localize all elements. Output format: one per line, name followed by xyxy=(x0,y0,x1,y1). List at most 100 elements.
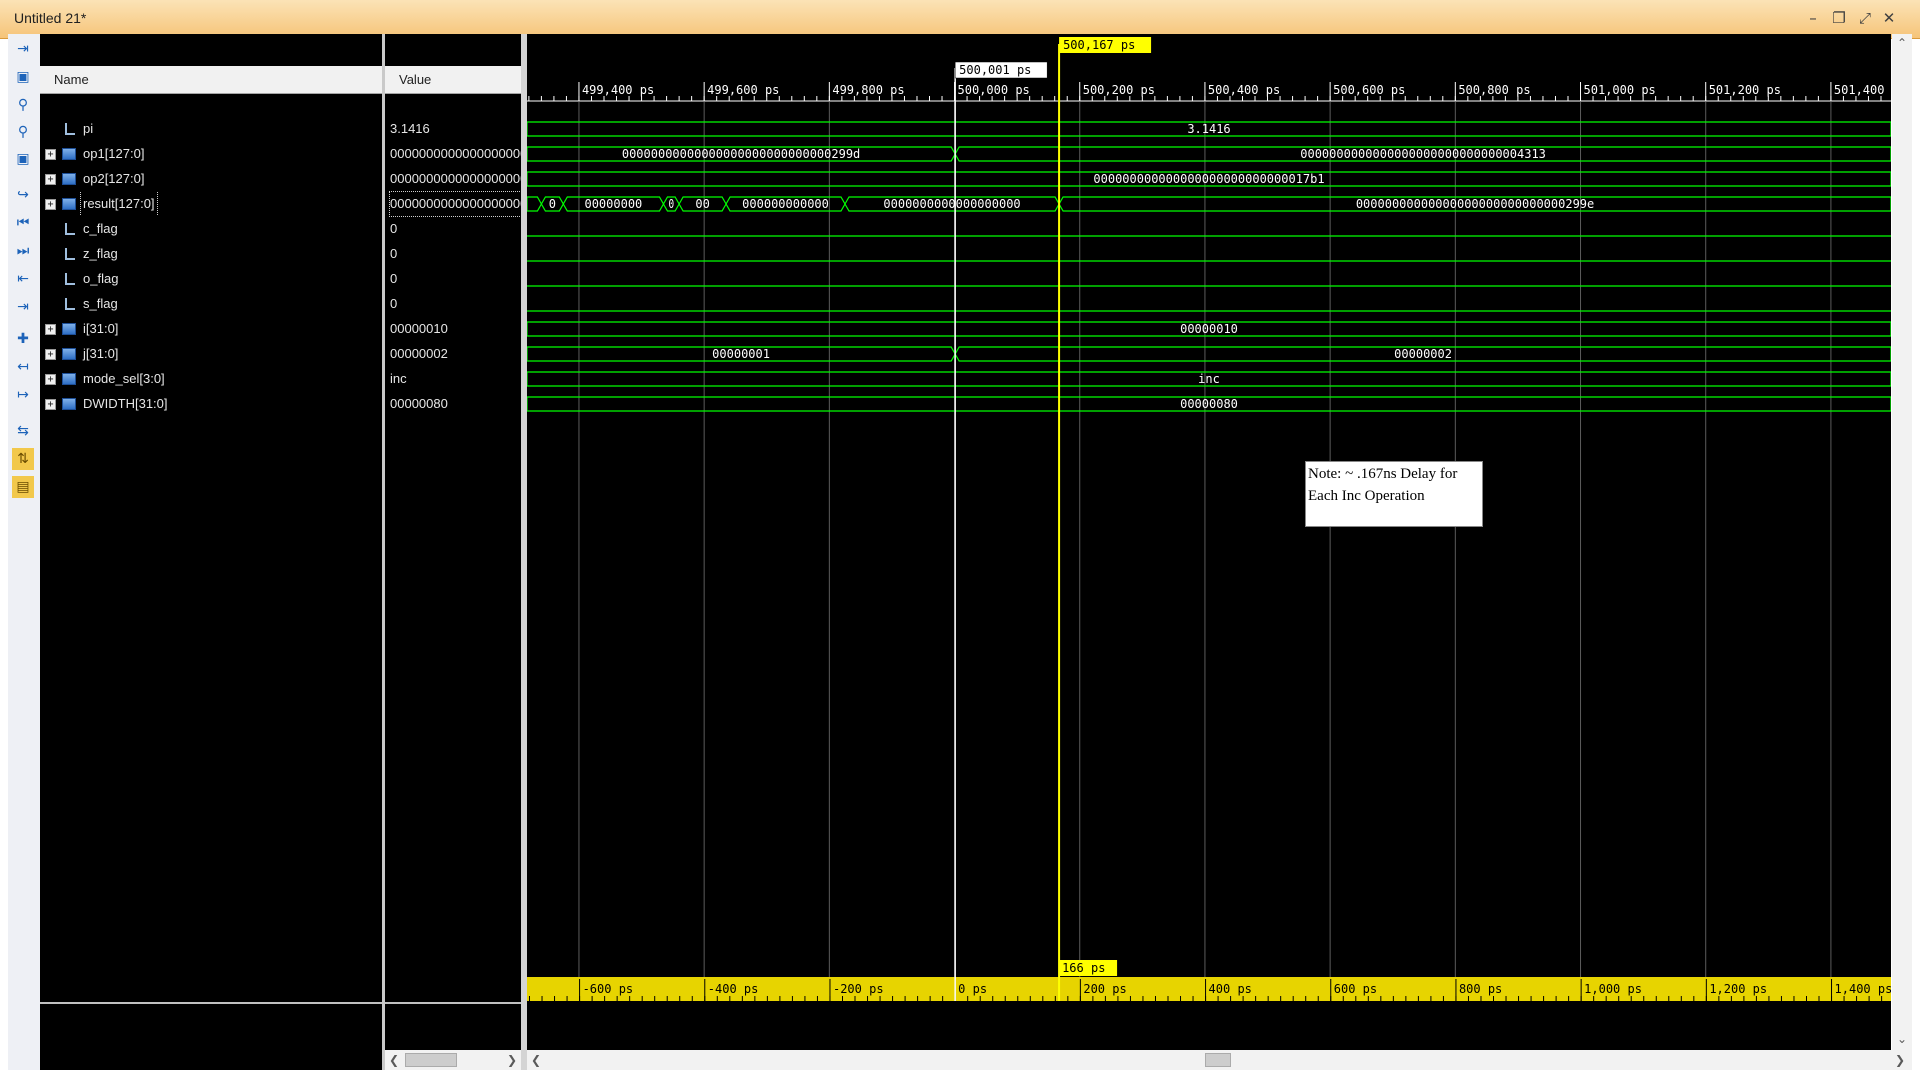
ruler-tick-label: 501,000 ps xyxy=(1584,83,1656,97)
relative-tick-label: 1,000 ps xyxy=(1584,982,1642,996)
relative-tick-label: 0 ps xyxy=(958,982,987,996)
signal-row[interactable]: + mode_sel[3:0] xyxy=(40,367,384,391)
signal-row[interactable]: + op2[127:0] xyxy=(40,167,384,191)
expand-icon[interactable]: + xyxy=(45,199,56,210)
signal-name: i[31:0] xyxy=(83,321,119,336)
restore-icon[interactable]: ❐ xyxy=(1828,8,1850,28)
wave-scroll-right-icon[interactable]: ❯ xyxy=(1895,1053,1905,1067)
relative-tick-label: -400 ps xyxy=(708,982,759,996)
signal-row[interactable]: o_flag xyxy=(40,267,384,291)
ruler-tick-label: 500,600 ps xyxy=(1333,83,1405,97)
previous-transition-icon[interactable]: ⇤ xyxy=(12,268,34,290)
window-title: Untitled 21* xyxy=(14,10,87,26)
signal-row[interactable]: + DWIDTH[31:0] xyxy=(40,392,384,416)
bus-segment-label: 000000000000000000000000000017b1 xyxy=(1093,172,1324,186)
waveform-panel[interactable]: 499,400 ps 499,600 ps 499,800 ps 500,000 ps… xyxy=(527,34,1891,1054)
values-horizontal-scrollbar[interactable]: ❮ ❯ xyxy=(385,1050,521,1070)
expand-icon[interactable]: + xyxy=(45,399,56,410)
go-to-start-icon[interactable]: ⏮ xyxy=(12,212,34,234)
save-icon[interactable]: ▣ xyxy=(12,66,34,88)
snap-to-transition-icon[interactable]: ⇅ xyxy=(12,448,34,470)
expand-icon[interactable]: + xyxy=(45,149,56,160)
bus-segment-label: 0000000000000000000 xyxy=(883,197,1020,211)
bus-segment-label: 0 xyxy=(668,197,674,211)
signal-name: op2[127:0] xyxy=(83,171,145,186)
relative-tick-label: 400 ps xyxy=(1209,982,1252,996)
annotation-note: Note: ~ .167ns Delay for Each Inc Operat… xyxy=(1305,461,1483,527)
next-transition-icon[interactable]: ⇥ xyxy=(12,296,34,318)
values-scroll-thumb[interactable] xyxy=(405,1053,457,1067)
zoom-fit-icon[interactable]: ⇥ xyxy=(12,38,34,60)
signal-value: 0 xyxy=(390,296,398,311)
bus-segment xyxy=(527,196,543,212)
bus-segment-label: 000000000000 xyxy=(742,197,829,211)
scroll-right-icon[interactable]: ❯ xyxy=(507,1053,517,1067)
add-marker-icon[interactable]: ✚ xyxy=(12,328,34,350)
minimize-icon[interactable]: – xyxy=(1802,8,1824,28)
signal-name: o_flag xyxy=(83,271,119,286)
zoom-out-icon[interactable]: ⚲ xyxy=(12,121,34,143)
relative-tick-label: -600 ps xyxy=(583,982,634,996)
waveform-toolbar: ⇥ ▣ ⚲ ⚲ ▣ ↪ ⏮ ⏭ ⇤ ⇥ ✚ ↤ ↦ ⇆ ⇅ ▤ xyxy=(8,34,41,1070)
signal-name: j[31:0] xyxy=(83,346,119,361)
maximize-icon[interactable]: ⤢ xyxy=(1854,8,1876,28)
scroll-down-icon[interactable]: ⌄ xyxy=(1897,1032,1907,1046)
signal-value: 00000000000000000000 xyxy=(390,146,521,161)
signal-name: s_flag xyxy=(83,296,118,311)
delta-label: 166 ps xyxy=(1062,961,1105,975)
signal-value: 3.1416 xyxy=(390,121,430,136)
waveform-vertical-scrollbar[interactable]: ⌃ ⌄ xyxy=(1892,34,1912,1054)
signal-value: 00000000000000000000 xyxy=(390,171,521,186)
floating-ruler-icon[interactable]: ▤ xyxy=(12,476,34,498)
go-to-end-icon[interactable]: ⏭ xyxy=(12,240,34,262)
name-column-header[interactable]: Name xyxy=(40,66,384,94)
expand-icon[interactable]: + xyxy=(45,174,56,185)
signal-value: 0 xyxy=(390,221,398,236)
ruler-tick-label: 499,800 ps xyxy=(832,83,904,97)
relative-tick-label: 600 ps xyxy=(1334,982,1377,996)
signal-row[interactable]: + i[31:0] xyxy=(40,317,384,341)
bus-segment-label: 00000010 xyxy=(1180,322,1238,336)
signal-value: inc xyxy=(390,371,407,386)
next-marker-icon[interactable]: ↦ xyxy=(12,384,34,406)
bus-segment-label: 0 xyxy=(549,197,556,211)
zoom-full-icon[interactable]: ▣ xyxy=(12,148,34,170)
ruler-tick-label: 499,400 ps xyxy=(582,83,654,97)
expand-icon[interactable]: + xyxy=(45,349,56,360)
signal-row[interactable]: c_flag xyxy=(40,217,384,241)
values-lower-divider xyxy=(385,1002,521,1004)
wave-scroll-thumb[interactable] xyxy=(1205,1053,1231,1067)
signal-row[interactable]: s_flag xyxy=(40,292,384,316)
ruler-tick-label: 500,400 ps xyxy=(1208,83,1280,97)
signal-row[interactable]: + op1[127:0] xyxy=(40,142,384,166)
signal-row[interactable]: z_flag xyxy=(40,242,384,266)
scroll-left-icon[interactable]: ❮ xyxy=(389,1053,399,1067)
signal-row[interactable]: + j[31:0] xyxy=(40,342,384,366)
zoom-in-icon[interactable]: ⚲ xyxy=(12,94,34,116)
waveform-horizontal-scrollbar[interactable]: ❮ ❯ xyxy=(527,1050,1912,1070)
bus-segment-label: 00000002 xyxy=(1394,347,1452,361)
bit-signal-icon xyxy=(65,123,75,135)
signal-value: 00000010 xyxy=(390,321,448,336)
expand-icon[interactable]: + xyxy=(45,374,56,385)
scroll-up-icon[interactable]: ⌃ xyxy=(1897,36,1907,50)
signal-name: c_flag xyxy=(83,221,118,236)
value-column-header[interactable]: Value xyxy=(385,66,521,94)
signal-row[interactable]: + result[127:0] xyxy=(40,192,384,216)
ruler-tick-label: 501,200 ps xyxy=(1709,83,1781,97)
signal-value: 00000002 xyxy=(390,346,448,361)
signal-name: mode_sel[3:0] xyxy=(83,371,165,386)
goto-cursor-icon[interactable]: ↪ xyxy=(12,184,34,206)
swap-cursors-icon[interactable]: ⇆ xyxy=(12,420,34,442)
signal-row[interactable]: pi xyxy=(40,117,384,141)
ruler-tick-label: 500,800 ps xyxy=(1458,83,1530,97)
bus-segment-label: 00000080 xyxy=(1180,397,1238,411)
main-cursor-label: 500,167 ps xyxy=(1063,38,1135,52)
waveform-canvas[interactable]: 499,400 ps 499,600 ps 499,800 ps 500,000 ps… xyxy=(527,34,1891,1054)
close-icon[interactable]: ✕ xyxy=(1878,8,1900,28)
signal-value: 00000000000000000000 xyxy=(389,191,522,217)
expand-icon[interactable]: + xyxy=(45,324,56,335)
previous-marker-icon[interactable]: ↤ xyxy=(12,356,34,378)
wave-scroll-left-icon[interactable]: ❮ xyxy=(531,1053,541,1067)
bus-signal-icon xyxy=(62,173,76,185)
